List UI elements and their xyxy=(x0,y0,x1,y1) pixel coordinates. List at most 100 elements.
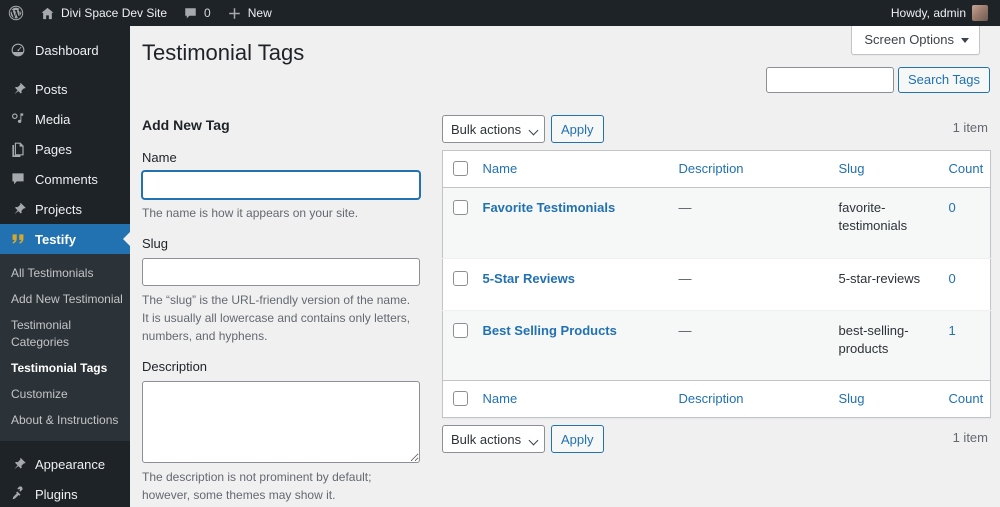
my-account-menu[interactable]: Howdy, admin xyxy=(883,0,1000,26)
column-footer-name[interactable]: Name xyxy=(472,380,669,418)
sidebar-item-testify[interactable]: Testify xyxy=(0,224,130,254)
apply-button-top[interactable]: Apply xyxy=(551,115,604,143)
sidebar-item-pages[interactable]: Pages xyxy=(0,134,130,164)
row-title-link[interactable]: 5-Star Reviews xyxy=(483,271,576,286)
name-input[interactable] xyxy=(142,171,420,200)
site-name-label: Divi Space Dev Site xyxy=(61,6,168,20)
row-description-cell: — xyxy=(678,200,692,216)
row-name-cell: 5-Star Reviews xyxy=(473,258,669,310)
row-name-cell: Best Selling Products xyxy=(473,310,669,380)
column-footer-slug[interactable]: Slug xyxy=(828,380,939,418)
column-header-description[interactable]: Description xyxy=(668,150,829,188)
sidebar-item-posts[interactable]: Posts xyxy=(0,74,130,104)
site-name-menu[interactable]: Divi Space Dev Site xyxy=(32,0,175,26)
sidebar-item-label: Media xyxy=(35,111,71,127)
bulk-actions-select-top[interactable]: Bulk actions Delete xyxy=(442,115,545,143)
submenu-item-about-instructions[interactable]: About & Instructions xyxy=(0,407,130,433)
table-row[interactable]: Best Selling Products — best-selling-pro… xyxy=(442,310,991,381)
submenu-item-customize[interactable]: Customize xyxy=(0,381,130,407)
description-textarea[interactable] xyxy=(142,381,420,464)
slug-label: Slug xyxy=(142,236,169,252)
row-title-link[interactable]: Favorite Testimonials xyxy=(483,200,616,215)
row-count-cell: 1 xyxy=(939,310,991,380)
slug-input[interactable] xyxy=(142,258,420,287)
row-slug-cell: favorite-testimonials xyxy=(838,200,908,234)
sidebar-item-media[interactable]: Media xyxy=(0,104,130,134)
apply-button-bottom[interactable]: Apply xyxy=(551,425,604,454)
name-help-text: The name is how it appears on your site. xyxy=(142,206,359,221)
displaying-num-top: 1 item xyxy=(952,120,988,135)
sidebar-item-appearance[interactable]: Appearance xyxy=(0,449,130,479)
select-all-checkbox-top[interactable] xyxy=(453,161,468,176)
wp-logo-menu[interactable] xyxy=(0,0,32,26)
column-footer-count[interactable]: Count xyxy=(938,380,991,418)
add-new-tag-panel: Add New Tag Name The name is how it appe… xyxy=(142,116,430,507)
row-checkbox[interactable] xyxy=(453,322,468,338)
table-foot: Name Description Slug Count xyxy=(442,380,991,418)
column-header-count[interactable]: Count xyxy=(938,150,991,188)
submenu-item-add-new-testimonial[interactable]: Add New Testimonial xyxy=(0,286,130,312)
table-row[interactable]: 5-Star Reviews — 5-star-reviews 0 xyxy=(442,258,991,310)
submenu-item-all-testimonials[interactable]: All Testimonials xyxy=(0,260,130,286)
row-description-cell: — xyxy=(678,270,692,286)
home-icon xyxy=(40,6,55,21)
column-header-name[interactable]: Name xyxy=(472,150,669,188)
screen-options-button[interactable]: Screen Options xyxy=(851,26,980,56)
select-all-checkbox-bottom[interactable] xyxy=(453,391,468,407)
row-name-cell: Favorite Testimonials xyxy=(473,188,669,258)
comments-count: 0 xyxy=(204,6,211,20)
column-footer-description[interactable]: Description xyxy=(668,380,829,418)
column-header-slug[interactable]: Slug xyxy=(828,150,939,188)
row-checkbox[interactable] xyxy=(453,200,468,216)
search-input[interactable] xyxy=(765,67,894,93)
table-header-row: Name Description Slug Count xyxy=(442,150,991,188)
tablenav-bottom: Bulk actions Delete Apply 1 item xyxy=(442,424,990,454)
sidebar-item-comments[interactable]: Comments xyxy=(0,164,130,194)
comment-bubble-icon xyxy=(183,6,198,21)
new-content-menu[interactable]: New xyxy=(219,0,280,26)
add-tag-form: Add New Tag Name The name is how it appe… xyxy=(142,116,430,507)
menu-separator-2 xyxy=(0,441,130,450)
comment-bubble-icon xyxy=(9,171,27,187)
table-row[interactable]: Favorite Testimonials — favorite-testimo… xyxy=(442,187,991,259)
table-body: Favorite Testimonials — favorite-testimo… xyxy=(442,187,991,381)
dashboard-icon xyxy=(9,42,27,58)
pin-icon xyxy=(9,81,27,97)
search-tags-button[interactable]: Search Tags xyxy=(897,67,990,93)
comments-bubble[interactable]: 0 xyxy=(175,0,219,26)
sidebar-item-label: Testify xyxy=(35,231,76,247)
row-count-link[interactable]: 1 xyxy=(949,323,956,338)
bulk-actions-select-bottom[interactable]: Bulk actions Delete xyxy=(442,425,545,454)
table-footer-row: Name Description Slug Count xyxy=(442,380,991,418)
slug-help-text: The “slug” is the URL-friendly version o… xyxy=(142,293,411,344)
field-description: Description The description is not promi… xyxy=(142,359,430,504)
search-box: Search Tags xyxy=(765,67,990,93)
sidebar-item-plugins[interactable]: Plugins xyxy=(0,479,130,507)
page-title: Testimonial Tags xyxy=(142,40,305,65)
row-checkbox[interactable] xyxy=(453,270,468,286)
plus-icon xyxy=(227,6,242,21)
row-slug-cell: 5-star-reviews xyxy=(838,270,921,286)
howdy-label: Howdy, admin xyxy=(890,6,966,20)
row-description-cell: — xyxy=(678,322,692,338)
media-icon xyxy=(9,111,27,127)
new-label: New xyxy=(247,6,272,20)
submenu-item-testimonial-categories[interactable]: Testimonial Categories xyxy=(0,312,130,354)
row-count-link[interactable]: 0 xyxy=(949,271,956,286)
row-slug-cell: best-selling-products xyxy=(838,322,909,356)
testify-submenu: All Testimonials Add New Testimonial Tes… xyxy=(0,254,130,442)
description-label: Description xyxy=(142,359,208,375)
admin-sidebar-menu: Dashboard Posts Media Pages Comments Pro… xyxy=(0,26,130,507)
form-heading: Add New Tag xyxy=(142,117,230,133)
row-checkbox-cell xyxy=(443,188,473,258)
submenu-item-testimonial-tags[interactable]: Testimonial Tags xyxy=(0,355,130,381)
row-title-link[interactable]: Best Selling Products xyxy=(483,323,617,338)
select-all-header xyxy=(442,150,473,188)
sidebar-item-projects[interactable]: Projects xyxy=(0,194,130,224)
main-content: Screen Options Testimonial Tags Search T… xyxy=(130,26,1000,507)
row-count-cell: 0 xyxy=(939,188,991,258)
menu-top-spacer xyxy=(0,26,130,35)
sidebar-item-dashboard[interactable]: Dashboard xyxy=(0,35,130,65)
field-name: Name The name is how it appears on your … xyxy=(142,150,430,223)
row-count-link[interactable]: 0 xyxy=(949,200,956,215)
